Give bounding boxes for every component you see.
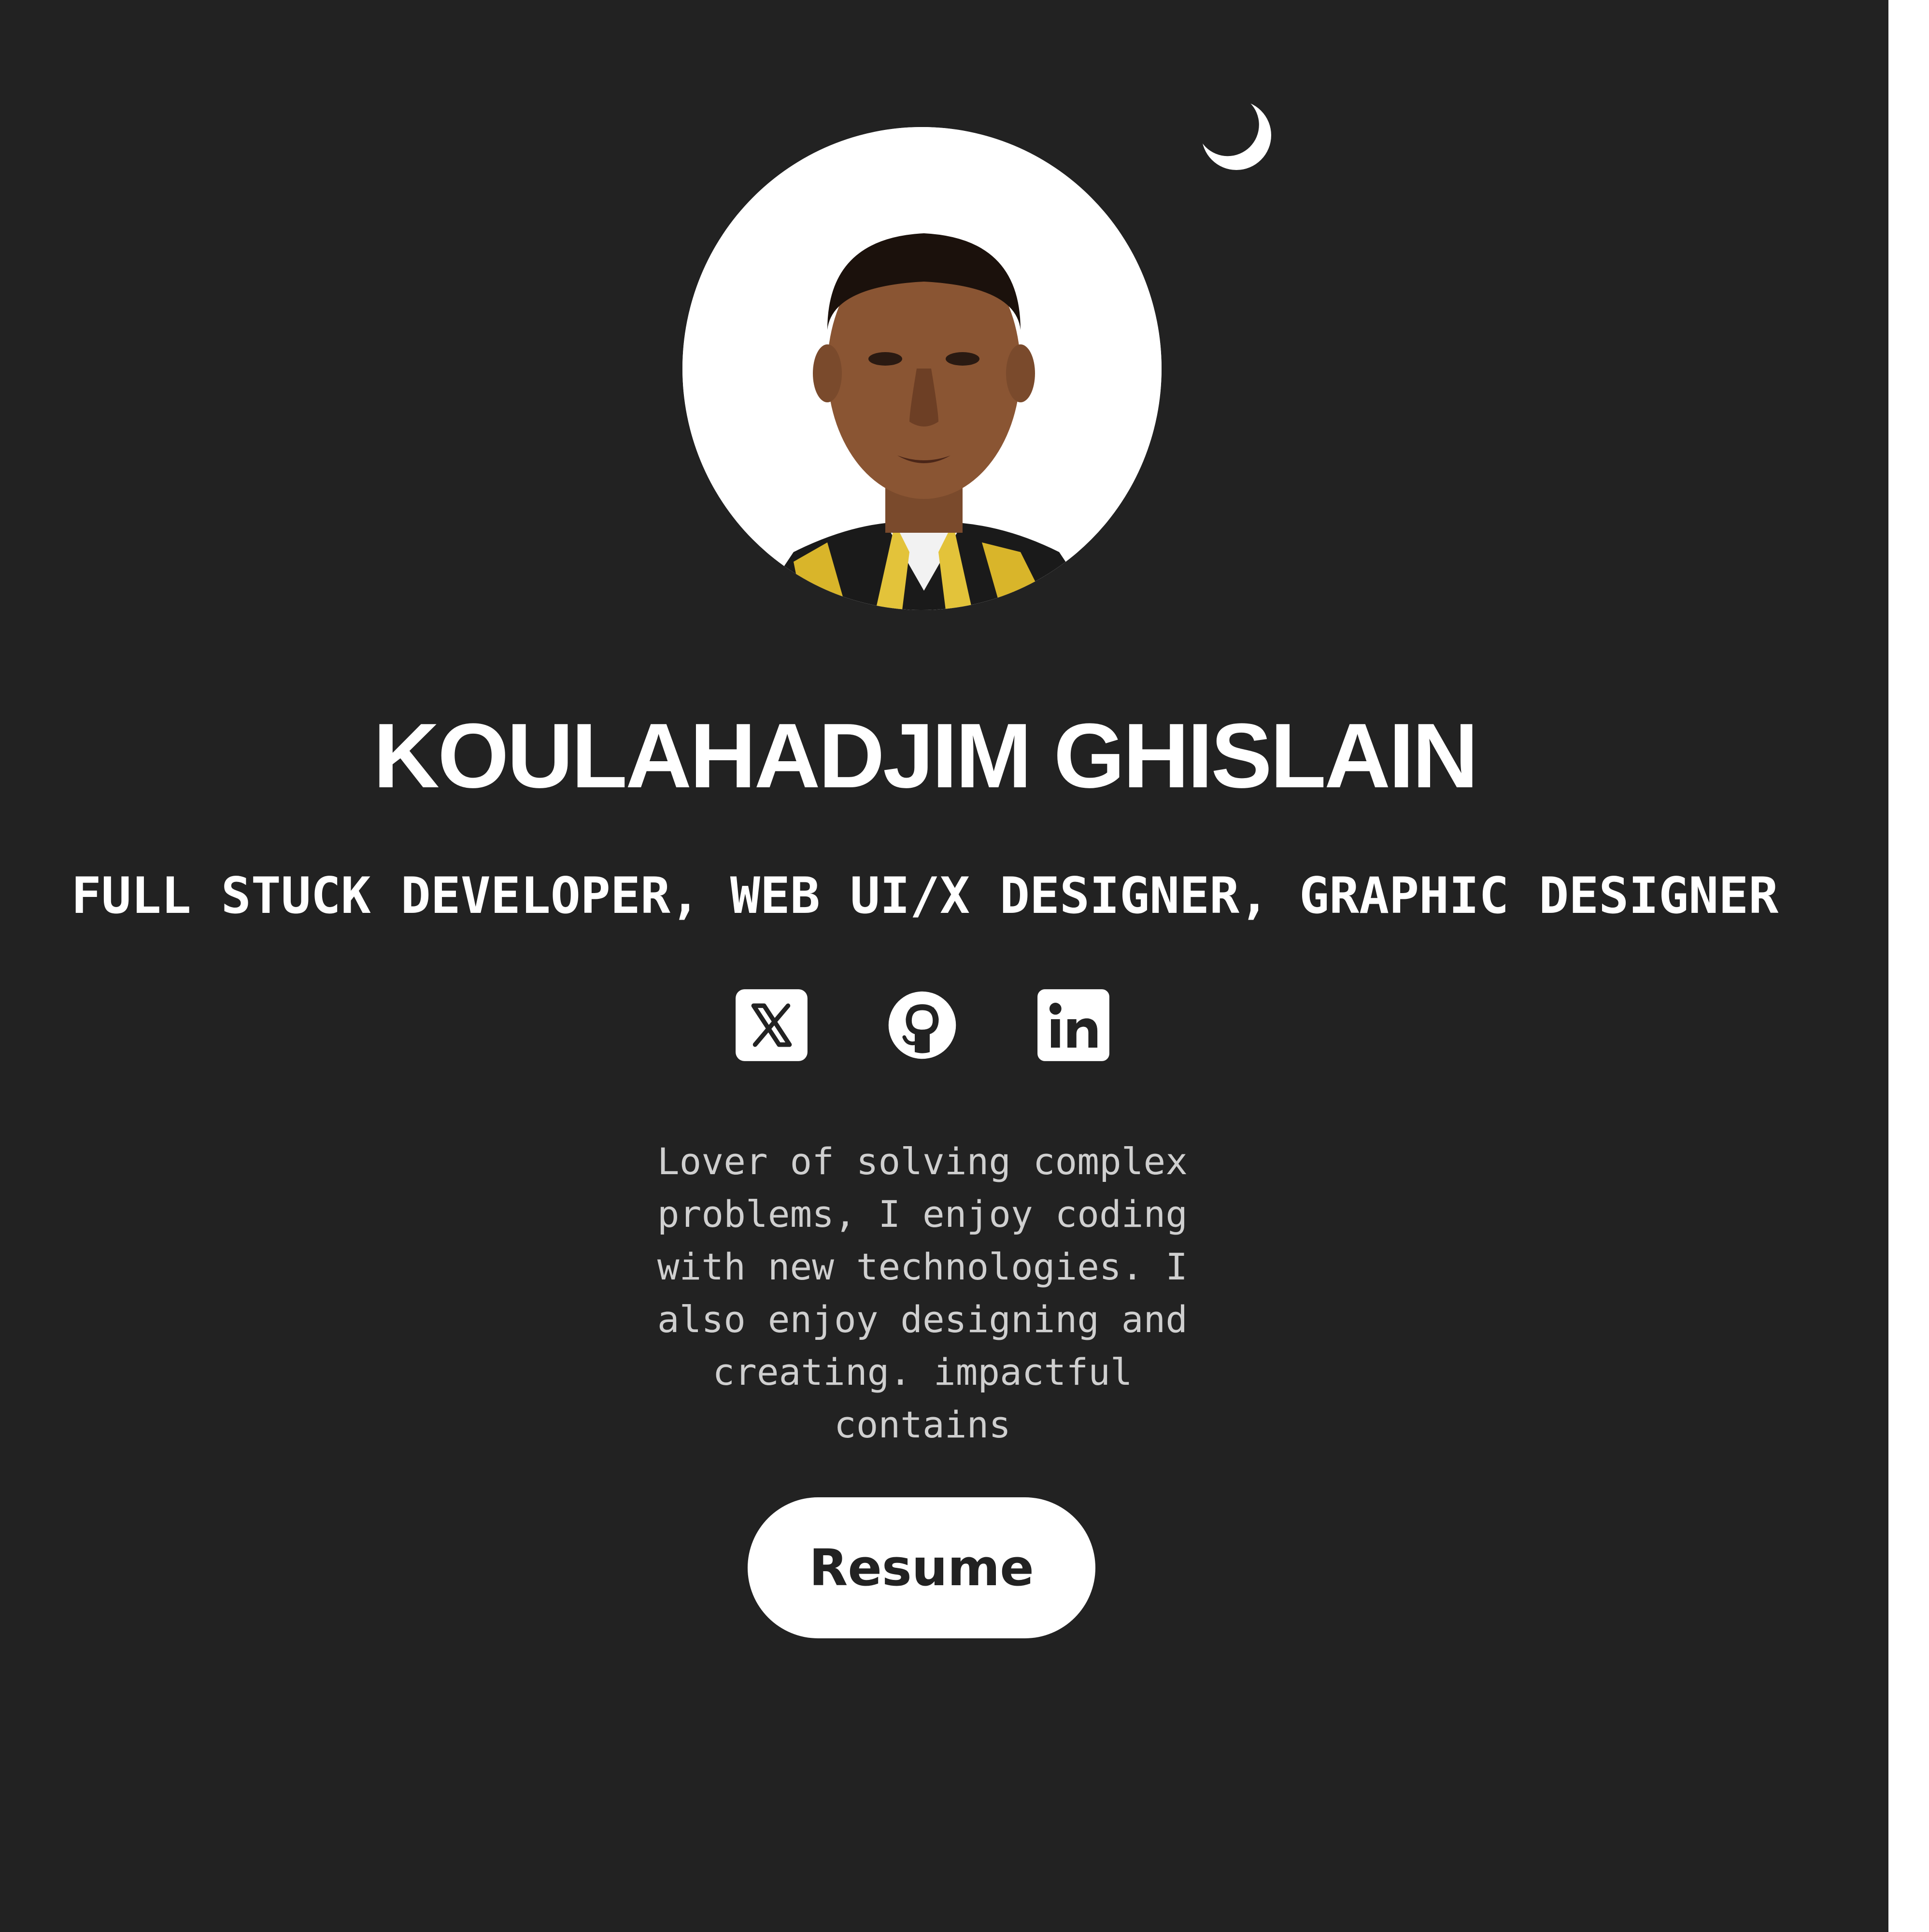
- theme-toggle-button[interactable]: [1193, 92, 1280, 179]
- resume-button[interactable]: Resume: [748, 1497, 1095, 1638]
- bio-text: Lover of solving complex problems, I enj…: [657, 1140, 1188, 1446]
- profile-photo: [682, 127, 1162, 610]
- social-links: [734, 988, 1111, 1063]
- x-link[interactable]: [734, 988, 809, 1063]
- x-icon: [736, 989, 808, 1061]
- github-icon: [888, 991, 956, 1059]
- linkedin-icon: [1037, 989, 1109, 1061]
- moon-icon: [1196, 93, 1271, 170]
- avatar: [682, 127, 1162, 610]
- page-title: KOULAHADJIM GHISLAIN: [373, 705, 1478, 807]
- job-title: FULL STUCK DEVELOPER, WEB UI/X DESIGNER,…: [71, 867, 1779, 925]
- page-edge-strip: [1888, 0, 1929, 1932]
- github-link[interactable]: [885, 988, 960, 1063]
- linkedin-link[interactable]: [1036, 988, 1111, 1063]
